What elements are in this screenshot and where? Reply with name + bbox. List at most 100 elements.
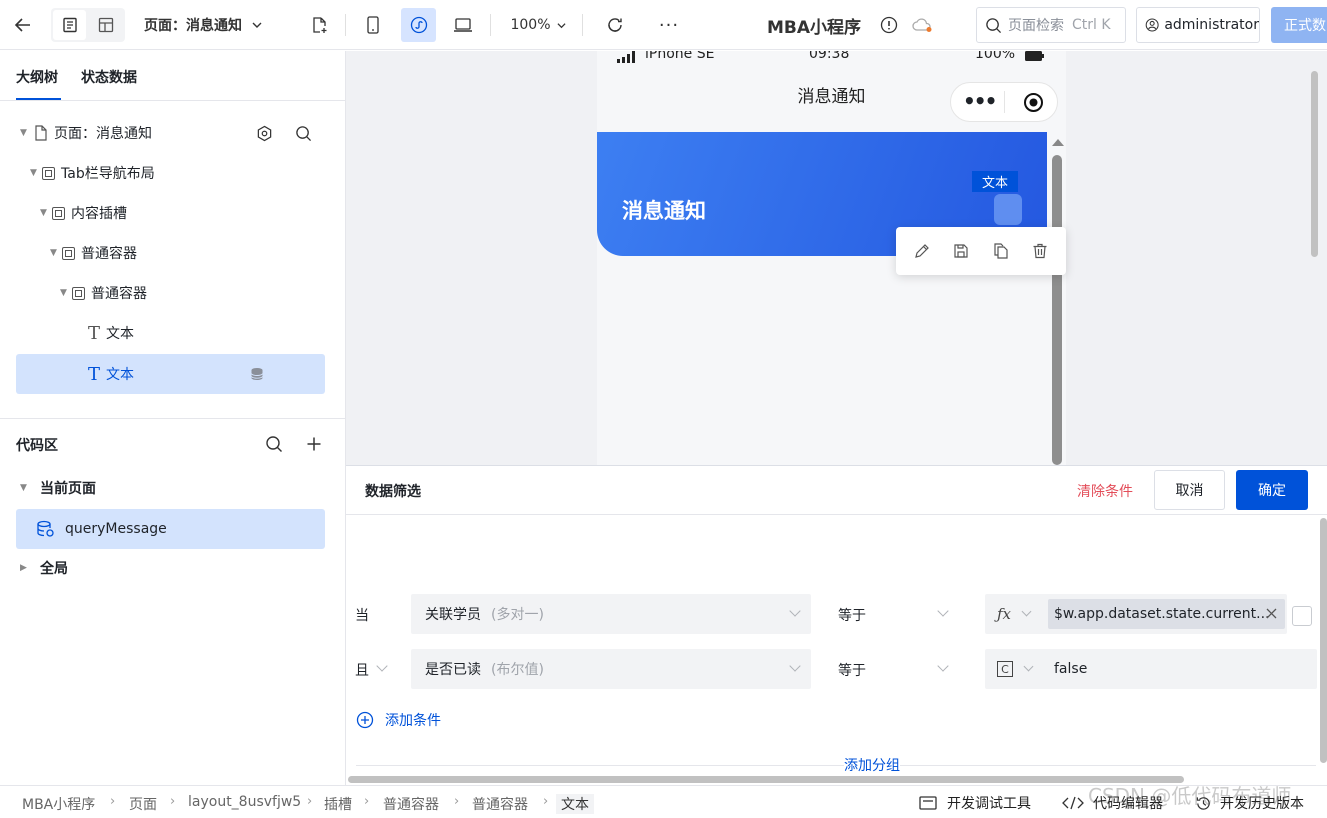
constant-icon[interactable]: C: [997, 661, 1013, 677]
breadcrumb-item[interactable]: 普通容器: [472, 794, 528, 814]
tree-node-page[interactable]: ▼ 页面：消息通知: [16, 113, 325, 153]
breadcrumb-item[interactable]: 普通容器: [383, 794, 439, 814]
info-icon: [880, 16, 898, 34]
breadcrumb-item[interactable]: 页面: [129, 794, 157, 814]
version-history-button[interactable]: 开发历史版本: [1195, 793, 1304, 813]
cancel-button[interactable]: 取消: [1154, 470, 1225, 510]
search-icon[interactable]: [265, 435, 283, 453]
settings-icon[interactable]: [256, 125, 273, 142]
tree-node-label: 内容插槽: [71, 206, 127, 222]
tree-node-content-slot[interactable]: ▼ 内容插槽: [16, 193, 325, 233]
pc-view-button[interactable]: [450, 8, 476, 42]
page-selector-label: 页面：消息通知: [144, 18, 242, 34]
field-select-2[interactable]: 是否已读 (布尔值): [411, 649, 811, 689]
refresh-icon: [608, 18, 622, 32]
condition-checkbox[interactable]: [1292, 606, 1312, 626]
user-menu[interactable]: administrator: [1136, 7, 1260, 43]
field-label: 是否已读: [425, 662, 481, 678]
close-miniprogram-icon[interactable]: [1023, 92, 1044, 113]
add-group-button[interactable]: 添加分组: [844, 755, 900, 775]
tab-outline-tree[interactable]: 大纲树: [16, 67, 58, 87]
global-group[interactable]: ▶ 全局: [16, 548, 325, 588]
publish-button[interactable]: 正式数: [1271, 7, 1327, 43]
function-icon[interactable]: ƒx: [997, 605, 1011, 623]
console-icon: [919, 796, 937, 810]
clear-conditions-link[interactable]: 清除条件: [1077, 481, 1133, 501]
search-icon: [986, 17, 1002, 33]
phone-scrollbar[interactable]: [1051, 139, 1064, 465]
phone-status-bar: iPhone SE 09:38 100%: [597, 51, 1066, 67]
code-editor-button[interactable]: 代码编辑器: [1062, 793, 1163, 813]
tree-node-text[interactable]: T 文本: [16, 313, 325, 353]
operator-select-1[interactable]: 等于: [838, 605, 866, 625]
close-icon[interactable]: [1266, 608, 1277, 619]
left-panel: 大纲树 状态数据 ▼ 页面：消息通知 ▼ Tab栏导航布局 ▼ 内容插槽 ▼ 普…: [0, 51, 346, 785]
chevron-down-icon: [556, 22, 566, 28]
tree-node-label: 文本: [106, 326, 135, 342]
view-switch: [51, 8, 125, 42]
save-icon[interactable]: [953, 243, 969, 259]
back-button[interactable]: [8, 8, 38, 42]
current-page-group[interactable]: ▼ 当前页面: [16, 468, 325, 508]
layout-view-button[interactable]: [89, 10, 122, 40]
layout-icon: [98, 17, 113, 33]
chevron-down-icon: [789, 605, 801, 617]
horizontal-scrollbar[interactable]: [348, 776, 1184, 783]
database-icon: [251, 368, 263, 380]
outline-view-button[interactable]: [53, 10, 86, 40]
value-input-2[interactable]: C false: [985, 649, 1317, 689]
tree-node-container[interactable]: ▼ 普通容器: [16, 233, 325, 273]
status-bar: MBA小程序 › 页面 › layout_8usvfjw5 › 插槽 › 普通容…: [0, 784, 1327, 818]
condition-logic-select[interactable]: 且: [355, 660, 369, 680]
breadcrumb-item[interactable]: MBA小程序: [22, 794, 95, 814]
breadcrumb-current[interactable]: 文本: [556, 794, 594, 814]
selected-text-component[interactable]: [994, 194, 1022, 225]
zoom-selector[interactable]: 100%: [510, 8, 566, 42]
miniprogram-view-button[interactable]: [401, 8, 436, 42]
design-canvas: iPhone SE 09:38 100% 消息通知 ••• 消息通知 文本: [346, 51, 1327, 465]
plus-icon[interactable]: [306, 436, 322, 452]
canvas-scrollbar[interactable]: [1311, 71, 1318, 257]
tree-node-tab-layout[interactable]: ▼ Tab栏导航布局: [16, 153, 325, 193]
divider: [345, 14, 346, 36]
tab-state-data[interactable]: 状态数据: [81, 67, 137, 87]
breadcrumb-item[interactable]: layout_8usvfjw5: [188, 794, 301, 810]
page-selector[interactable]: 页面：消息通知: [144, 8, 274, 42]
copy-icon[interactable]: [993, 243, 1009, 259]
info-button[interactable]: [878, 8, 900, 42]
debug-tools-button[interactable]: 开发调试工具: [919, 793, 1031, 813]
mobile-view-button[interactable]: [360, 8, 386, 42]
tree-node-container[interactable]: ▼ 普通容器: [16, 273, 325, 313]
breadcrumb-item[interactable]: 插槽: [324, 794, 352, 814]
expression-value: $w.app.dataset.state.current...: [1054, 606, 1270, 622]
tree-node-label: 页面：消息通知: [54, 126, 152, 142]
add-condition-button[interactable]: 添加条件: [356, 710, 441, 730]
refresh-button[interactable]: [602, 8, 628, 42]
scroll-thumb[interactable]: [1052, 155, 1062, 465]
confirm-button[interactable]: 确定: [1236, 470, 1308, 510]
operator-select-2[interactable]: 等于: [838, 660, 866, 680]
container-icon: [52, 206, 65, 220]
cloud-icon: [912, 18, 932, 32]
search-icon[interactable]: [295, 125, 312, 142]
tree-node-text-selected[interactable]: T 文本: [16, 354, 325, 394]
more-icon[interactable]: •••: [963, 89, 997, 113]
delete-icon[interactable]: [1032, 243, 1048, 259]
field-select-1[interactable]: 关联学员 (多对一): [411, 594, 811, 634]
expression-tag: $w.app.dataset.state.current...: [1048, 599, 1285, 629]
chevron-right-icon: ›: [454, 794, 460, 809]
scroll-up-arrow[interactable]: [1052, 139, 1064, 146]
field-hint: (布尔值): [491, 662, 544, 678]
capsule-menu[interactable]: •••: [950, 82, 1058, 122]
query-item[interactable]: queryMessage: [16, 509, 325, 549]
filter-scrollbar[interactable]: [1320, 518, 1327, 763]
edit-icon[interactable]: [914, 243, 930, 259]
value-input-1[interactable]: ƒx $w.app.dataset.state.current...: [985, 594, 1287, 634]
constant-value: false: [1054, 661, 1088, 677]
miniprogram-icon: [410, 16, 427, 34]
more-button[interactable]: ···: [656, 8, 682, 42]
code-icon: [1062, 796, 1084, 810]
page-search-input[interactable]: 页面检索 Ctrl K: [976, 7, 1126, 43]
new-page-button[interactable]: [306, 8, 332, 42]
condition-prefix: 当: [355, 608, 369, 624]
